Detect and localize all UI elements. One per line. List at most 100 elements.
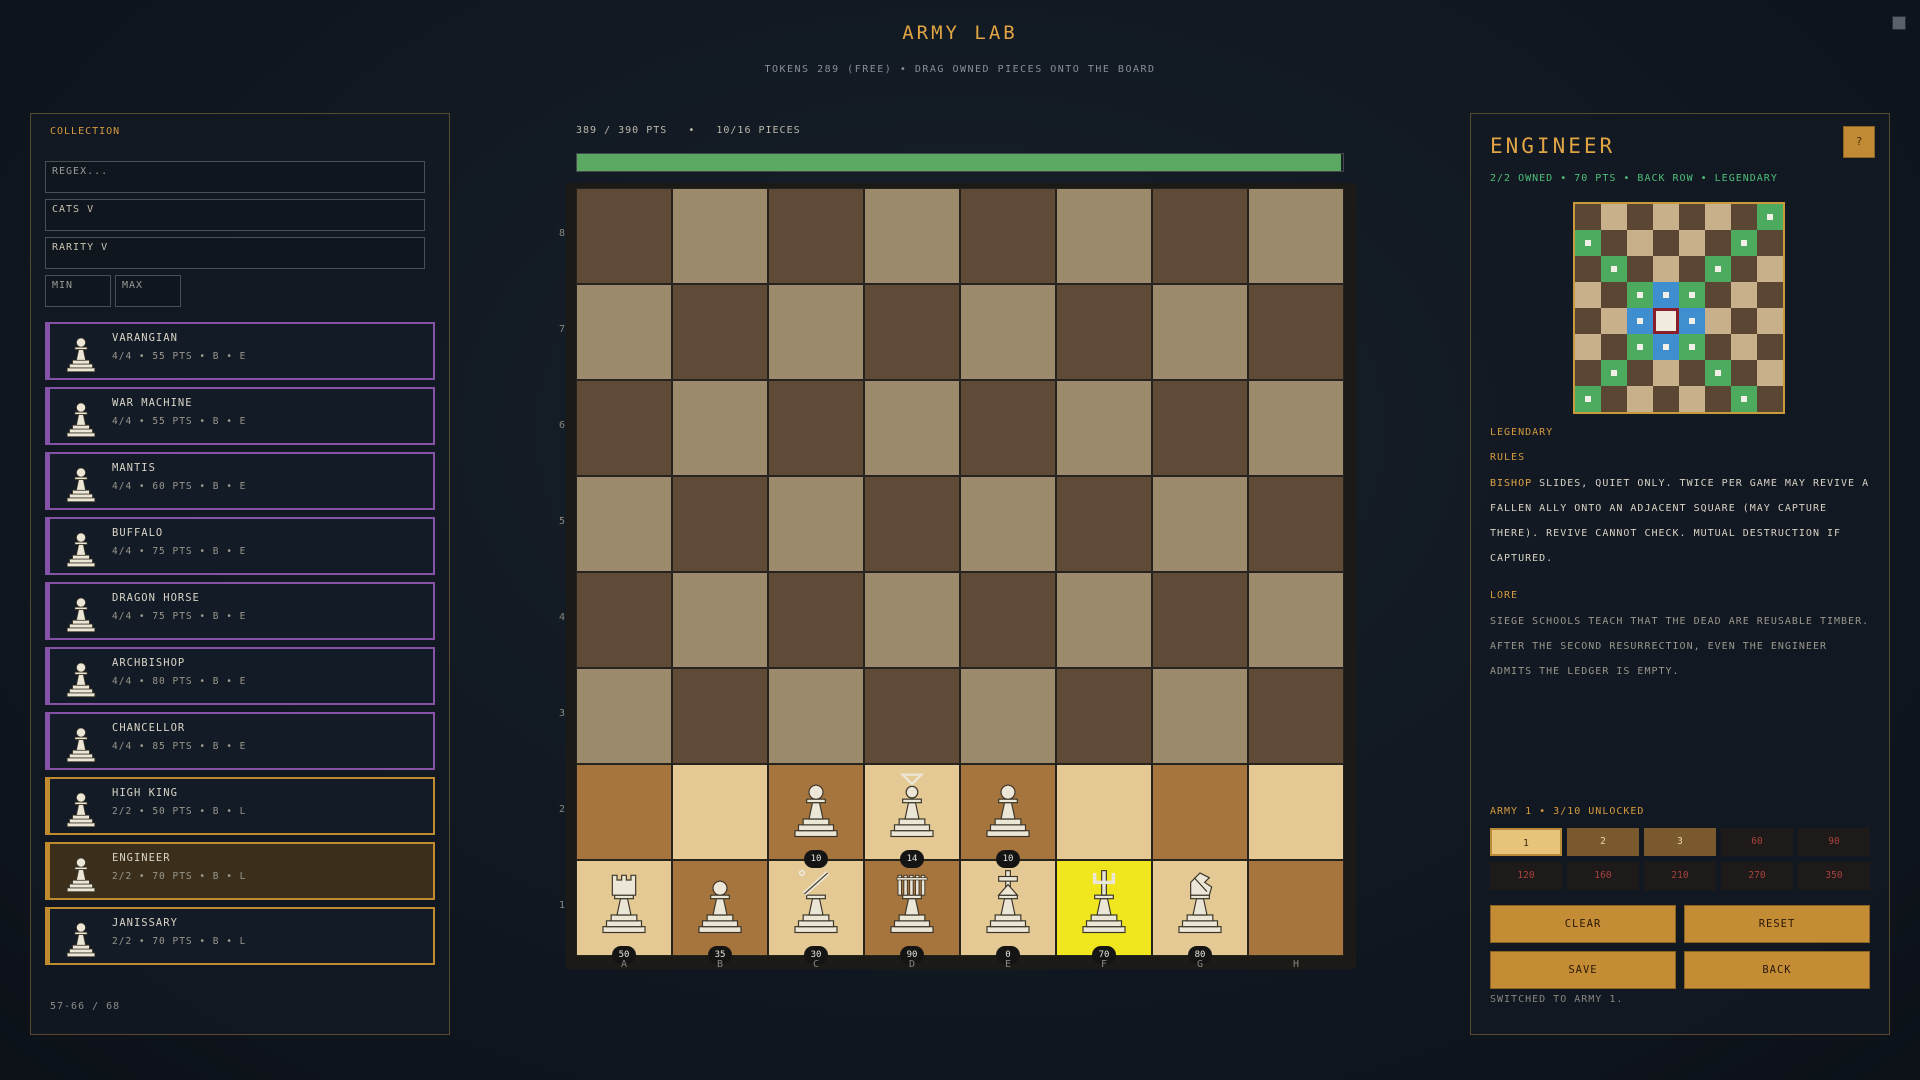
rarity-dropdown[interactable]: RARITY V	[45, 237, 425, 269]
square-b5[interactable]	[672, 476, 768, 572]
window-menu-button[interactable]	[1892, 16, 1906, 30]
square-a8[interactable]	[576, 188, 672, 284]
save-button[interactable]: SAVE	[1490, 951, 1676, 989]
army-slot-10[interactable]: 350	[1798, 862, 1870, 890]
min-points-input[interactable]: MIN	[45, 275, 111, 307]
collection-item-mantis[interactable]: MANTIS 4/4 • 60 PTS • B • E	[45, 452, 435, 510]
board-piece-pawn[interactable]: 10	[768, 764, 864, 868]
board-piece-pawn[interactable]: 10	[960, 764, 1056, 868]
army-slot-3[interactable]: 3	[1644, 828, 1716, 856]
square-d3[interactable]	[864, 668, 960, 764]
army-slot-9[interactable]: 270	[1721, 862, 1793, 890]
board-piece-knight[interactable]: 80	[1152, 860, 1248, 964]
search-input[interactable]: REGEX...	[45, 161, 425, 193]
collection-item-janissary[interactable]: JANISSARY 2/2 • 70 PTS • B • L	[45, 907, 435, 965]
chess-board[interactable]: 50 35 30 90 0 70 80 10 14 10	[576, 188, 1344, 964]
board-piece-chevron[interactable]: 14	[864, 764, 960, 868]
square-b3[interactable]	[672, 668, 768, 764]
army-slot-2[interactable]: 2	[1567, 828, 1639, 856]
square-c5[interactable]	[768, 476, 864, 572]
board-piece-pawn[interactable]: 35	[672, 860, 768, 964]
max-points-input[interactable]: MAX	[115, 275, 181, 307]
item-meta: 2/2 • 70 PTS • B • L	[112, 936, 247, 947]
square-a2[interactable]	[576, 764, 672, 860]
square-g8[interactable]	[1152, 188, 1248, 284]
army-slot-8[interactable]: 210	[1644, 862, 1716, 890]
square-c3[interactable]	[768, 668, 864, 764]
category-dropdown[interactable]: CATS V	[45, 199, 425, 231]
square-f8[interactable]	[1056, 188, 1152, 284]
square-f6[interactable]	[1056, 380, 1152, 476]
board-piece-slash[interactable]: 30	[768, 860, 864, 964]
board-piece-cross[interactable]: 0	[960, 860, 1056, 964]
square-b7[interactable]	[672, 284, 768, 380]
army-slot-5[interactable]: 90	[1798, 828, 1870, 856]
square-b6[interactable]	[672, 380, 768, 476]
square-g4[interactable]	[1152, 572, 1248, 668]
collection-item-dragon-horse[interactable]: DRAGON HORSE 4/4 • 75 PTS • B • E	[45, 582, 435, 640]
reset-button[interactable]: RESET	[1684, 905, 1870, 943]
square-g3[interactable]	[1152, 668, 1248, 764]
collection-item-buffalo[interactable]: BUFFALO 4/4 • 75 PTS • B • E	[45, 517, 435, 575]
square-a4[interactable]	[576, 572, 672, 668]
square-d7[interactable]	[864, 284, 960, 380]
square-a3[interactable]	[576, 668, 672, 764]
square-d5[interactable]	[864, 476, 960, 572]
square-h1[interactable]	[1248, 860, 1344, 956]
square-g6[interactable]	[1152, 380, 1248, 476]
army-slot-1[interactable]: 1	[1490, 828, 1562, 856]
help-button[interactable]: ?	[1843, 126, 1875, 158]
square-a5[interactable]	[576, 476, 672, 572]
collection-item-archbishop[interactable]: ARCHBISHOP 4/4 • 80 PTS • B • E	[45, 647, 435, 705]
square-e4[interactable]	[960, 572, 1056, 668]
square-h4[interactable]	[1248, 572, 1344, 668]
square-a6[interactable]	[576, 380, 672, 476]
board-piece-staff[interactable]: 70	[1056, 860, 1152, 964]
square-h3[interactable]	[1248, 668, 1344, 764]
square-f3[interactable]	[1056, 668, 1152, 764]
square-e3[interactable]	[960, 668, 1056, 764]
square-b2[interactable]	[672, 764, 768, 860]
clear-button[interactable]: CLEAR	[1490, 905, 1676, 943]
square-f5[interactable]	[1056, 476, 1152, 572]
collection-item-war-machine[interactable]: WAR MACHINE 4/4 • 55 PTS • B • E	[45, 387, 435, 445]
square-h6[interactable]	[1248, 380, 1344, 476]
square-c8[interactable]	[768, 188, 864, 284]
square-g5[interactable]	[1152, 476, 1248, 572]
square-e6[interactable]	[960, 380, 1056, 476]
square-b4[interactable]	[672, 572, 768, 668]
square-e7[interactable]	[960, 284, 1056, 380]
square-h2[interactable]	[1248, 764, 1344, 860]
collection-item-chancellor[interactable]: CHANCELLOR 4/4 • 85 PTS • B • E	[45, 712, 435, 770]
collection-item-engineer[interactable]: ENGINEER 2/2 • 70 PTS • B • L	[45, 842, 435, 900]
square-b8[interactable]	[672, 188, 768, 284]
rules-line-1: SLIDES, QUIET ONLY. TWICE PER GAME MAY R…	[1532, 478, 1870, 489]
square-c6[interactable]	[768, 380, 864, 476]
army-slot-6[interactable]: 120	[1490, 862, 1562, 890]
square-f4[interactable]	[1056, 572, 1152, 668]
square-d8[interactable]	[864, 188, 960, 284]
square-h7[interactable]	[1248, 284, 1344, 380]
square-c7[interactable]	[768, 284, 864, 380]
square-c4[interactable]	[768, 572, 864, 668]
collection-item-varangian[interactable]: VARANGIAN 4/4 • 55 PTS • B • E	[45, 322, 435, 380]
square-h8[interactable]	[1248, 188, 1344, 284]
move-cell	[1601, 308, 1627, 334]
back-button[interactable]: BACK	[1684, 951, 1870, 989]
square-d6[interactable]	[864, 380, 960, 476]
square-e8[interactable]	[960, 188, 1056, 284]
square-d4[interactable]	[864, 572, 960, 668]
square-h5[interactable]	[1248, 476, 1344, 572]
army-slot-7[interactable]: 160	[1567, 862, 1639, 890]
board-piece-rook[interactable]: 50	[576, 860, 672, 964]
square-g7[interactable]	[1152, 284, 1248, 380]
square-a7[interactable]	[576, 284, 672, 380]
board-piece-palisade[interactable]: 90	[864, 860, 960, 964]
square-f7[interactable]	[1056, 284, 1152, 380]
move-cell	[1653, 386, 1679, 412]
square-g2[interactable]	[1152, 764, 1248, 860]
square-f2[interactable]	[1056, 764, 1152, 860]
army-slot-4[interactable]: 60	[1721, 828, 1793, 856]
collection-item-high-king[interactable]: HIGH KING 2/2 • 50 PTS • B • L	[45, 777, 435, 835]
square-e5[interactable]	[960, 476, 1056, 572]
